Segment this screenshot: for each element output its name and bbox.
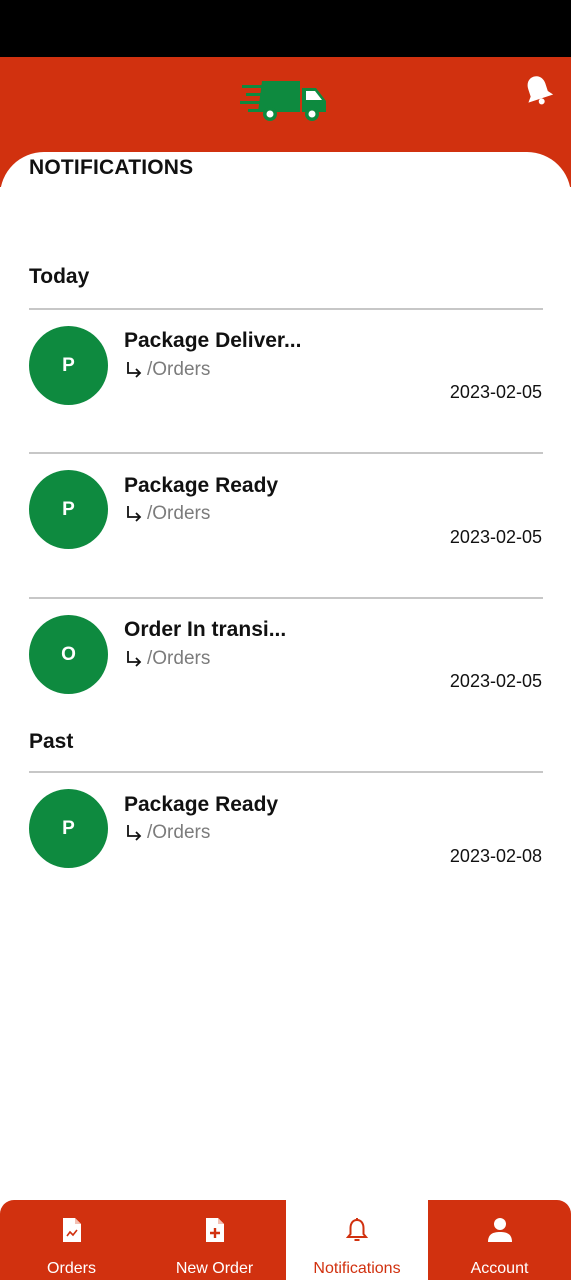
tab-orders[interactable]: Orders xyxy=(0,1200,143,1280)
tab-account[interactable]: Account xyxy=(428,1200,571,1280)
document-icon xyxy=(62,1216,82,1244)
status-bar xyxy=(0,0,571,57)
arrow-turn-down-right-icon xyxy=(127,651,142,667)
notification-date: 2023-02-05 xyxy=(449,382,542,402)
notification-title: Package Deliver... xyxy=(124,329,302,352)
tab-label: Orders xyxy=(47,1260,96,1277)
divider xyxy=(29,452,543,454)
tab-label: Notifications xyxy=(313,1260,401,1277)
tab-notifications[interactable]: Notifications xyxy=(286,1200,428,1280)
notification-route-label: /Orders xyxy=(147,822,211,843)
notification-title: Package Ready xyxy=(124,793,279,816)
tab-new-order[interactable]: New Order xyxy=(143,1200,286,1280)
arrow-turn-down-right-icon xyxy=(127,506,142,522)
notification-route-label: /Orders xyxy=(147,648,211,669)
section-title-today: Today xyxy=(29,265,90,288)
notification-date: 2023-02-05 xyxy=(449,527,542,547)
notification-title: Package Ready xyxy=(124,474,279,497)
notification-route-label: /Orders xyxy=(147,359,211,380)
page-title: NOTIFICATIONS xyxy=(29,156,194,179)
avatar: O xyxy=(29,615,108,694)
bottom-tab-bar: Orders New Order Notifications Account xyxy=(0,1200,571,1280)
avatar: P xyxy=(29,470,108,549)
bell-icon xyxy=(345,1216,369,1244)
bell-icon[interactable] xyxy=(522,74,554,106)
notification-route-label: /Orders xyxy=(147,503,211,524)
notification-title: Order In transi... xyxy=(124,618,287,641)
arrow-turn-down-right-icon xyxy=(127,825,142,841)
arrow-turn-down-right-icon xyxy=(127,362,142,378)
tab-label: New Order xyxy=(175,1260,254,1277)
notification-route: /Orders xyxy=(124,822,210,844)
delivery-truck-icon xyxy=(240,81,326,121)
divider xyxy=(29,771,543,773)
notification-route: /Orders xyxy=(124,359,210,381)
add-document-icon xyxy=(205,1216,225,1244)
notification-date: 2023-02-05 xyxy=(449,671,542,691)
divider xyxy=(29,597,543,599)
divider xyxy=(29,308,543,310)
avatar: P xyxy=(29,326,108,405)
section-title-past: Past xyxy=(29,730,74,753)
user-icon xyxy=(487,1216,513,1244)
tab-label: Account xyxy=(470,1260,529,1277)
notification-route: /Orders xyxy=(124,648,210,670)
notification-route: /Orders xyxy=(124,503,210,525)
avatar: P xyxy=(29,789,108,868)
notification-date: 2023-02-08 xyxy=(449,846,542,866)
